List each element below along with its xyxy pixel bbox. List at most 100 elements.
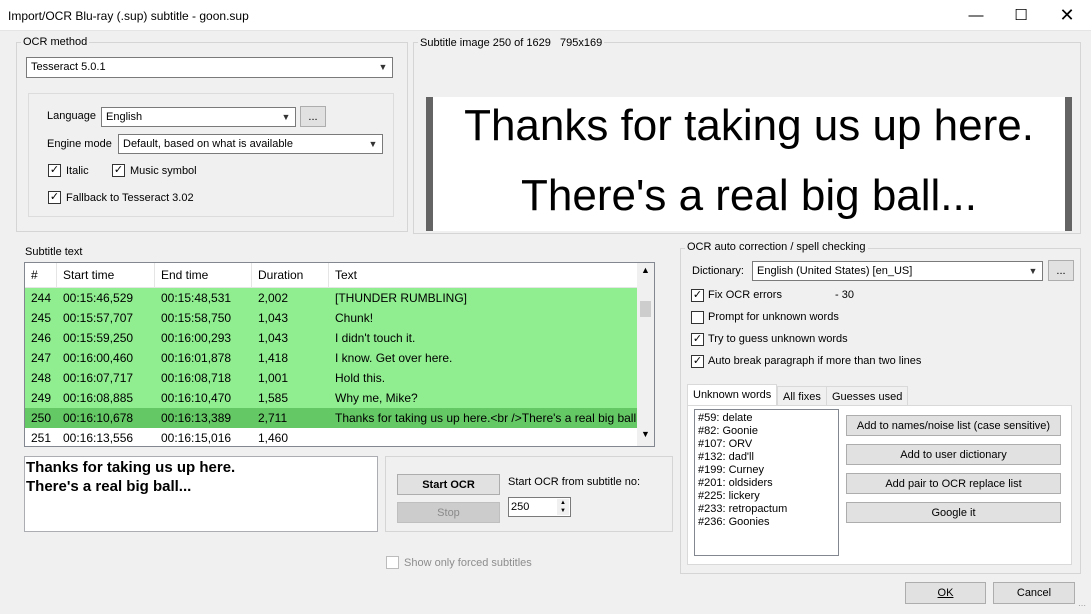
tab-all-fixes[interactable]: All fixes xyxy=(777,386,827,406)
list-item[interactable]: #107: ORV xyxy=(698,438,752,450)
guess-unknown-checkbox[interactable]: ✓ xyxy=(691,333,704,346)
resize-grip-icon[interactable]: ⋯ xyxy=(1078,600,1090,612)
google-it-button[interactable]: Google it xyxy=(846,502,1061,523)
table-row[interactable]: 250 00:16:10,678 00:16:13,389 2,711 Thanks f… xyxy=(25,408,637,428)
add-to-names-button[interactable]: Add to names/noise list (case sensitive) xyxy=(846,415,1061,436)
scroll-thumb[interactable] xyxy=(640,301,651,317)
table-row[interactable]: 248 00:16:07,717 00:16:08,718 1,001 Hold thi… xyxy=(25,368,637,388)
language-more-button[interactable]: ... xyxy=(300,106,326,127)
auto-break-checkbox[interactable]: ✓ xyxy=(691,355,704,368)
cell-text: Chunk! xyxy=(335,311,374,325)
dictionary-more-button[interactable]: ... xyxy=(1048,260,1074,281)
col-number[interactable]: # xyxy=(25,263,57,287)
list-item[interactable]: #233: retropactum xyxy=(698,503,787,515)
italic-checkbox[interactable]: ✓ xyxy=(48,164,61,177)
maximize-icon[interactable]: ☐ xyxy=(998,0,1044,30)
dictionary-select[interactable]: English (United States) [en_US] ▼ xyxy=(752,261,1043,281)
list-item[interactable]: #199: Curney xyxy=(698,464,764,476)
table-row[interactable]: 244 00:15:46,529 00:15:48,531 2,002 [THUNDER… xyxy=(25,288,637,308)
table-row[interactable]: 245 00:15:57,707 00:15:58,750 1,043 Chunk! xyxy=(25,308,637,328)
list-item[interactable]: #236: Goonies xyxy=(698,516,770,528)
list-scrollbar[interactable]: ▲ ▼ xyxy=(637,263,654,446)
prompt-unknown-label: Prompt for unknown words xyxy=(708,311,839,323)
table-row[interactable]: 246 00:15:59,250 00:16:00,293 1,043 I didn't… xyxy=(25,328,637,348)
cell-end-time: 00:15:58,750 xyxy=(161,311,232,325)
add-pair-button[interactable]: Add pair to OCR replace list xyxy=(846,473,1061,494)
start-from-value: 250 xyxy=(511,501,530,513)
subtitle-list[interactable]: # Start time End time Duration Text 244 0… xyxy=(24,262,655,447)
table-row[interactable]: 249 00:16:08,885 00:16:10,470 1,585 Why me, … xyxy=(25,388,637,408)
col-end-time[interactable]: End time xyxy=(155,263,252,287)
table-row[interactable]: 251 00:16:13,556 00:16:15,016 1,460 xyxy=(25,428,637,446)
ocr-text-line-1: Thanks for taking us up here. xyxy=(26,459,236,476)
spin-up-icon[interactable]: ▲ xyxy=(557,499,569,507)
start-ocr-button[interactable]: Start OCR xyxy=(397,474,500,495)
cell-start-time: 00:16:08,885 xyxy=(63,391,134,405)
cell-duration: 1,043 xyxy=(258,331,289,345)
chevron-down-icon: ▼ xyxy=(368,139,378,149)
engine-mode-label: Engine mode xyxy=(47,138,112,150)
ocr-text-box[interactable]: Thanks for taking us up here. There's a … xyxy=(24,456,378,532)
fix-ocr-count: - 30 xyxy=(835,289,854,301)
list-item[interactable]: #59: delate xyxy=(698,412,752,424)
cell-number: 244 xyxy=(31,291,52,305)
chevron-down-icon: ▼ xyxy=(378,62,388,72)
scroll-down-icon[interactable]: ▼ xyxy=(637,429,654,443)
list-item[interactable]: #225: lickery xyxy=(698,490,760,502)
spin-down-icon[interactable]: ▼ xyxy=(557,507,569,515)
scroll-up-icon[interactable]: ▲ xyxy=(637,265,654,279)
cell-duration: 1,418 xyxy=(258,351,289,365)
cell-text: I didn't touch it. xyxy=(335,331,416,345)
cell-end-time: 00:16:08,718 xyxy=(161,371,232,385)
cell-duration: 1,043 xyxy=(258,311,289,325)
cancel-button[interactable]: Cancel xyxy=(993,582,1075,604)
start-from-spinner[interactable]: 250 ▲ ▼ xyxy=(508,497,571,517)
language-value: English xyxy=(106,111,143,123)
cell-text: [THUNDER RUMBLING] xyxy=(335,291,468,305)
guess-unknown-label: Try to guess unknown words xyxy=(708,333,848,345)
cell-start-time: 00:16:13,556 xyxy=(63,431,134,445)
unknown-words-list[interactable]: #59: delate #82: Goonie #107: ORV #132: dad… xyxy=(694,409,839,556)
list-item[interactable]: #82: Goonie xyxy=(698,425,758,437)
language-select[interactable]: English ▼ xyxy=(101,107,296,127)
fallback-label: Fallback to Tesseract 3.02 xyxy=(66,192,194,204)
autocorrect-legend: OCR auto correction / spell checking xyxy=(685,241,868,253)
image-line-1: Thanks for taking us up here. xyxy=(464,101,1034,150)
dictionary-value: English (United States) [en_US] xyxy=(757,265,913,277)
cell-text: Hold this. xyxy=(335,371,386,385)
tab-guesses-used[interactable]: Guesses used xyxy=(826,386,909,406)
window-title: Import/OCR Blu-ray (.sup) subtitle - goo… xyxy=(8,9,249,23)
cell-number: 246 xyxy=(31,331,52,345)
ocr-engine-select[interactable]: Tesseract 5.0.1 ▼ xyxy=(26,57,393,78)
cell-duration: 1,001 xyxy=(258,371,289,385)
engine-mode-select[interactable]: Default, based on what is available ▼ xyxy=(118,134,383,154)
forced-subtitles-checkbox[interactable] xyxy=(386,556,399,569)
list-item[interactable]: #201: oldsiders xyxy=(698,477,773,489)
music-symbol-checkbox[interactable]: ✓ xyxy=(112,164,125,177)
cell-end-time: 00:16:01,878 xyxy=(161,351,232,365)
close-icon[interactable]: ✕ xyxy=(1044,0,1090,30)
table-row[interactable]: 247 00:16:00,460 00:16:01,878 1,418 I know. … xyxy=(25,348,637,368)
col-duration[interactable]: Duration xyxy=(252,263,329,287)
image-line-2: There's a real big ball... xyxy=(521,171,977,220)
fix-ocr-checkbox[interactable]: ✓ xyxy=(691,289,704,302)
cell-number: 249 xyxy=(31,391,52,405)
tab-unknown-words[interactable]: Unknown words xyxy=(687,384,778,406)
subtitle-text-legend: Subtitle text xyxy=(25,246,83,258)
col-text[interactable]: Text xyxy=(329,263,637,287)
stop-button[interactable]: Stop xyxy=(397,502,500,523)
correction-tabs: Unknown words All fixes Guesses used xyxy=(687,384,1067,406)
cell-duration: 2,711 xyxy=(258,411,288,425)
col-start-time[interactable]: Start time xyxy=(57,263,155,287)
cell-duration: 2,002 xyxy=(258,291,289,305)
ocr-method-legend: OCR method xyxy=(21,36,90,48)
start-from-label: Start OCR from subtitle no: xyxy=(508,476,641,488)
fallback-checkbox[interactable]: ✓ xyxy=(48,191,61,204)
minimize-icon[interactable]: — xyxy=(953,0,999,30)
add-to-user-dictionary-button[interactable]: Add to user dictionary xyxy=(846,444,1061,465)
prompt-unknown-checkbox[interactable] xyxy=(691,311,704,324)
engine-mode-value: Default, based on what is available xyxy=(123,138,293,150)
ok-button[interactable]: OK xyxy=(905,582,986,604)
list-item[interactable]: #132: dad'll xyxy=(698,451,754,463)
title-bar: Import/OCR Blu-ray (.sup) subtitle - goo… xyxy=(0,0,1091,31)
